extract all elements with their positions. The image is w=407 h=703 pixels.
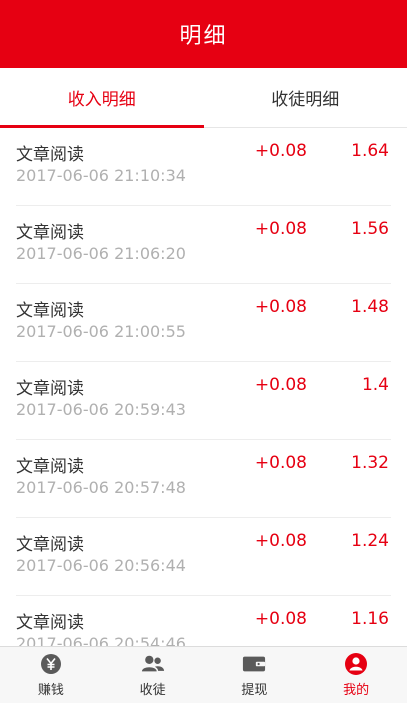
list-item[interactable]: 文章阅读 2017-06-06 21:10:34 +0.08 1.64 — [16, 128, 391, 206]
record-title: 文章阅读 — [16, 145, 84, 165]
tab-label: 收入明细 — [67, 90, 136, 110]
record-title: 文章阅读 — [16, 535, 84, 555]
tabbar-label: 赚钱 — [37, 683, 64, 698]
record-balance: 1.24 — [351, 531, 389, 551]
record-time: 2017-06-06 20:54:46 — [16, 634, 186, 646]
record-time: 2017-06-06 21:06:20 — [16, 244, 186, 263]
records-list[interactable]: 文章阅读 2017-06-06 21:10:34 +0.08 1.64 文章阅读… — [0, 128, 407, 646]
record-time: 2017-06-06 20:59:43 — [16, 400, 186, 419]
record-title: 文章阅读 — [16, 613, 84, 633]
tab-income-details[interactable]: 收入明细 — [0, 68, 204, 128]
record-balance: 1.64 — [351, 141, 389, 161]
tabbar-item-withdraw[interactable]: 提现 — [204, 647, 306, 703]
record-title: 文章阅读 — [16, 379, 84, 399]
record-title: 文章阅读 — [16, 457, 84, 477]
record-time: 2017-06-06 21:10:34 — [16, 166, 186, 185]
record-balance: 1.48 — [351, 297, 389, 317]
record-balance: 1.4 — [361, 375, 389, 395]
record-time: 2017-06-06 20:57:48 — [16, 478, 186, 497]
tabbar-item-earn[interactable]: 赚钱 — [0, 647, 102, 703]
record-amount: +0.08 — [254, 141, 307, 161]
record-amount: +0.08 — [254, 219, 307, 239]
list-item[interactable]: 文章阅读 2017-06-06 21:00:55 +0.08 1.48 — [16, 284, 391, 362]
app-header: 明细 — [0, 0, 407, 68]
tabbar-item-mine[interactable]: 我的 — [305, 647, 407, 703]
tab-bar: 收入明细 收徒明细 — [0, 68, 407, 128]
tabbar-item-apprentice[interactable]: 收徒 — [102, 647, 204, 703]
record-time: 2017-06-06 21:00:55 — [16, 322, 186, 341]
list-item[interactable]: 文章阅读 2017-06-06 20:54:46 +0.08 1.16 — [16, 596, 391, 646]
record-amount: +0.08 — [254, 297, 307, 317]
record-amount: +0.08 — [254, 453, 307, 473]
record-time: 2017-06-06 20:56:44 — [16, 556, 186, 575]
users-icon — [141, 652, 165, 676]
tabbar-label: 提现 — [241, 683, 268, 698]
record-amount: +0.08 — [254, 531, 307, 551]
user-profile-icon — [344, 652, 368, 676]
record-title: 文章阅读 — [16, 223, 84, 243]
list-item[interactable]: 文章阅读 2017-06-06 20:57:48 +0.08 1.32 — [16, 440, 391, 518]
tabbar-label: 我的 — [343, 683, 370, 698]
tab-label: 收徒明细 — [271, 90, 340, 110]
list-item[interactable]: 文章阅读 2017-06-06 21:06:20 +0.08 1.56 — [16, 206, 391, 284]
record-balance: 1.16 — [351, 609, 389, 629]
page-title: 明细 — [179, 24, 228, 49]
bottom-tab-bar: 赚钱 收徒 提现 我的 — [0, 646, 407, 703]
record-balance: 1.32 — [351, 453, 389, 473]
yen-coin-icon — [39, 652, 63, 676]
tabbar-label: 收徒 — [139, 683, 166, 698]
record-balance: 1.56 — [351, 219, 389, 239]
tab-apprentice-details[interactable]: 收徒明细 — [204, 68, 407, 127]
wallet-icon — [242, 652, 266, 676]
record-title: 文章阅读 — [16, 301, 84, 321]
list-item[interactable]: 文章阅读 2017-06-06 20:56:44 +0.08 1.24 — [16, 518, 391, 596]
list-item[interactable]: 文章阅读 2017-06-06 20:59:43 +0.08 1.4 — [16, 362, 391, 440]
record-amount: +0.08 — [254, 609, 307, 629]
record-amount: +0.08 — [254, 375, 307, 395]
